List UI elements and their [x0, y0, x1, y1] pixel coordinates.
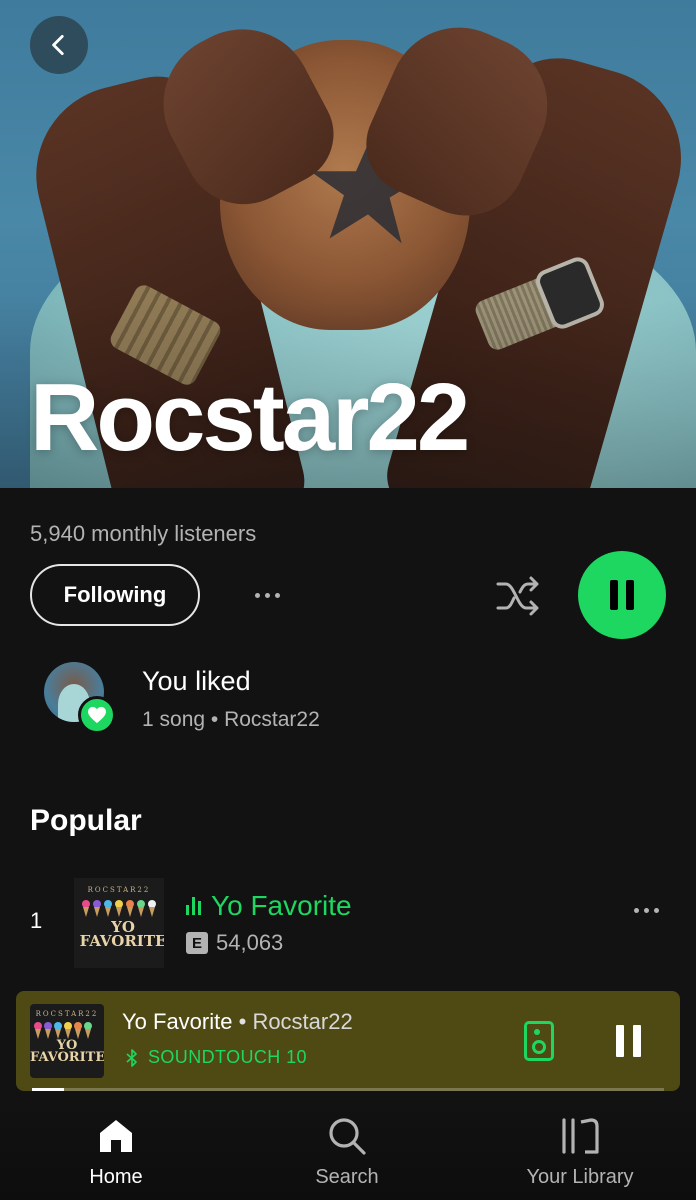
bluetooth-icon: [126, 1048, 137, 1067]
now-playing-artist: Rocstar22: [252, 1009, 353, 1034]
track-cover-art: ROCSTAR22 YO FAVORITE: [74, 878, 164, 968]
playback-progress-fill: [32, 1088, 64, 1091]
art-label: ROCSTAR22: [35, 1010, 99, 1018]
more-dot: [264, 592, 270, 598]
more-options-button[interactable]: [246, 580, 288, 610]
nav-library-label: Your Library: [526, 1166, 634, 1188]
artist-name: Rocstar22: [30, 364, 470, 471]
track-title-text: Yo Favorite: [211, 890, 352, 921]
liked-title: You liked: [142, 666, 251, 696]
now-playing-separator: •: [238, 1009, 247, 1034]
heart-icon: [78, 696, 116, 734]
following-button[interactable]: Following: [30, 564, 200, 626]
monthly-listeners: 5,940 monthly listeners: [30, 521, 257, 546]
nav-home[interactable]: Home: [36, 1116, 196, 1189]
more-dot: [654, 908, 659, 913]
more-horizontal-icon: [634, 908, 639, 913]
art-word: YO FAVORITE: [30, 1038, 104, 1066]
search-icon: [329, 1118, 366, 1155]
more-dot: [644, 908, 649, 913]
track-row[interactable]: 1 ROCSTAR22 YO FAVORITE Yo Favorite E 54…: [0, 874, 696, 970]
playback-progress-bar[interactable]: [32, 1088, 664, 1091]
play-pause-button[interactable]: [578, 551, 666, 639]
now-playing-track: Yo Favorite: [122, 1009, 233, 1034]
now-playing-equalizer-icon: [186, 897, 201, 915]
track-meta: E 54,063: [186, 930, 283, 956]
back-button[interactable]: [30, 16, 88, 74]
chevron-left-icon: [52, 34, 64, 56]
track-play-count: 54,063: [216, 930, 284, 955]
popular-heading: Popular: [30, 804, 142, 837]
liked-subtitle: 1 song • Rocstar22: [142, 708, 320, 731]
art-word: YO FAVORITE: [79, 918, 164, 951]
now-playing-bar[interactable]: ROCSTAR22 YO FAVORITE Yo Favorite • Rocs…: [16, 991, 680, 1091]
track-rank: 1: [30, 908, 43, 933]
now-playing-title: Yo Favorite • Rocstar22: [122, 1009, 353, 1035]
art-label: ROCSTAR22: [87, 886, 151, 894]
liked-songs-row[interactable]: You liked 1 song • Rocstar22: [44, 660, 664, 740]
library-icon: [562, 1118, 599, 1154]
track-more-button[interactable]: [634, 908, 659, 913]
art-cones: [82, 900, 156, 918]
track-title: Yo Favorite: [186, 890, 352, 922]
pause-icon: [616, 1025, 624, 1057]
nav-home-label: Home: [89, 1166, 143, 1188]
more-horizontal-icon: [254, 592, 260, 598]
home-icon: [100, 1120, 132, 1152]
pause-icon: [610, 580, 634, 610]
explicit-badge: E: [186, 932, 208, 954]
nav-your-library[interactable]: Your Library: [500, 1116, 660, 1189]
shuffle-icon: [496, 576, 539, 616]
speaker-icon[interactable]: [524, 1021, 554, 1061]
shuffle-button[interactable]: [494, 574, 542, 618]
device-name: SOUNDTOUCH 10: [148, 1047, 307, 1067]
connected-device: SOUNDTOUCH 10: [126, 1047, 307, 1068]
pause-bar: [633, 1025, 641, 1057]
now-playing-pause-button[interactable]: [616, 1025, 641, 1057]
bottom-navigation: Home Search Your Library: [0, 1100, 696, 1200]
now-playing-cover-art: ROCSTAR22 YO FAVORITE: [30, 1004, 104, 1078]
more-dot: [274, 592, 280, 598]
nav-search[interactable]: Search: [267, 1116, 427, 1189]
nav-search-label: Search: [315, 1166, 379, 1188]
